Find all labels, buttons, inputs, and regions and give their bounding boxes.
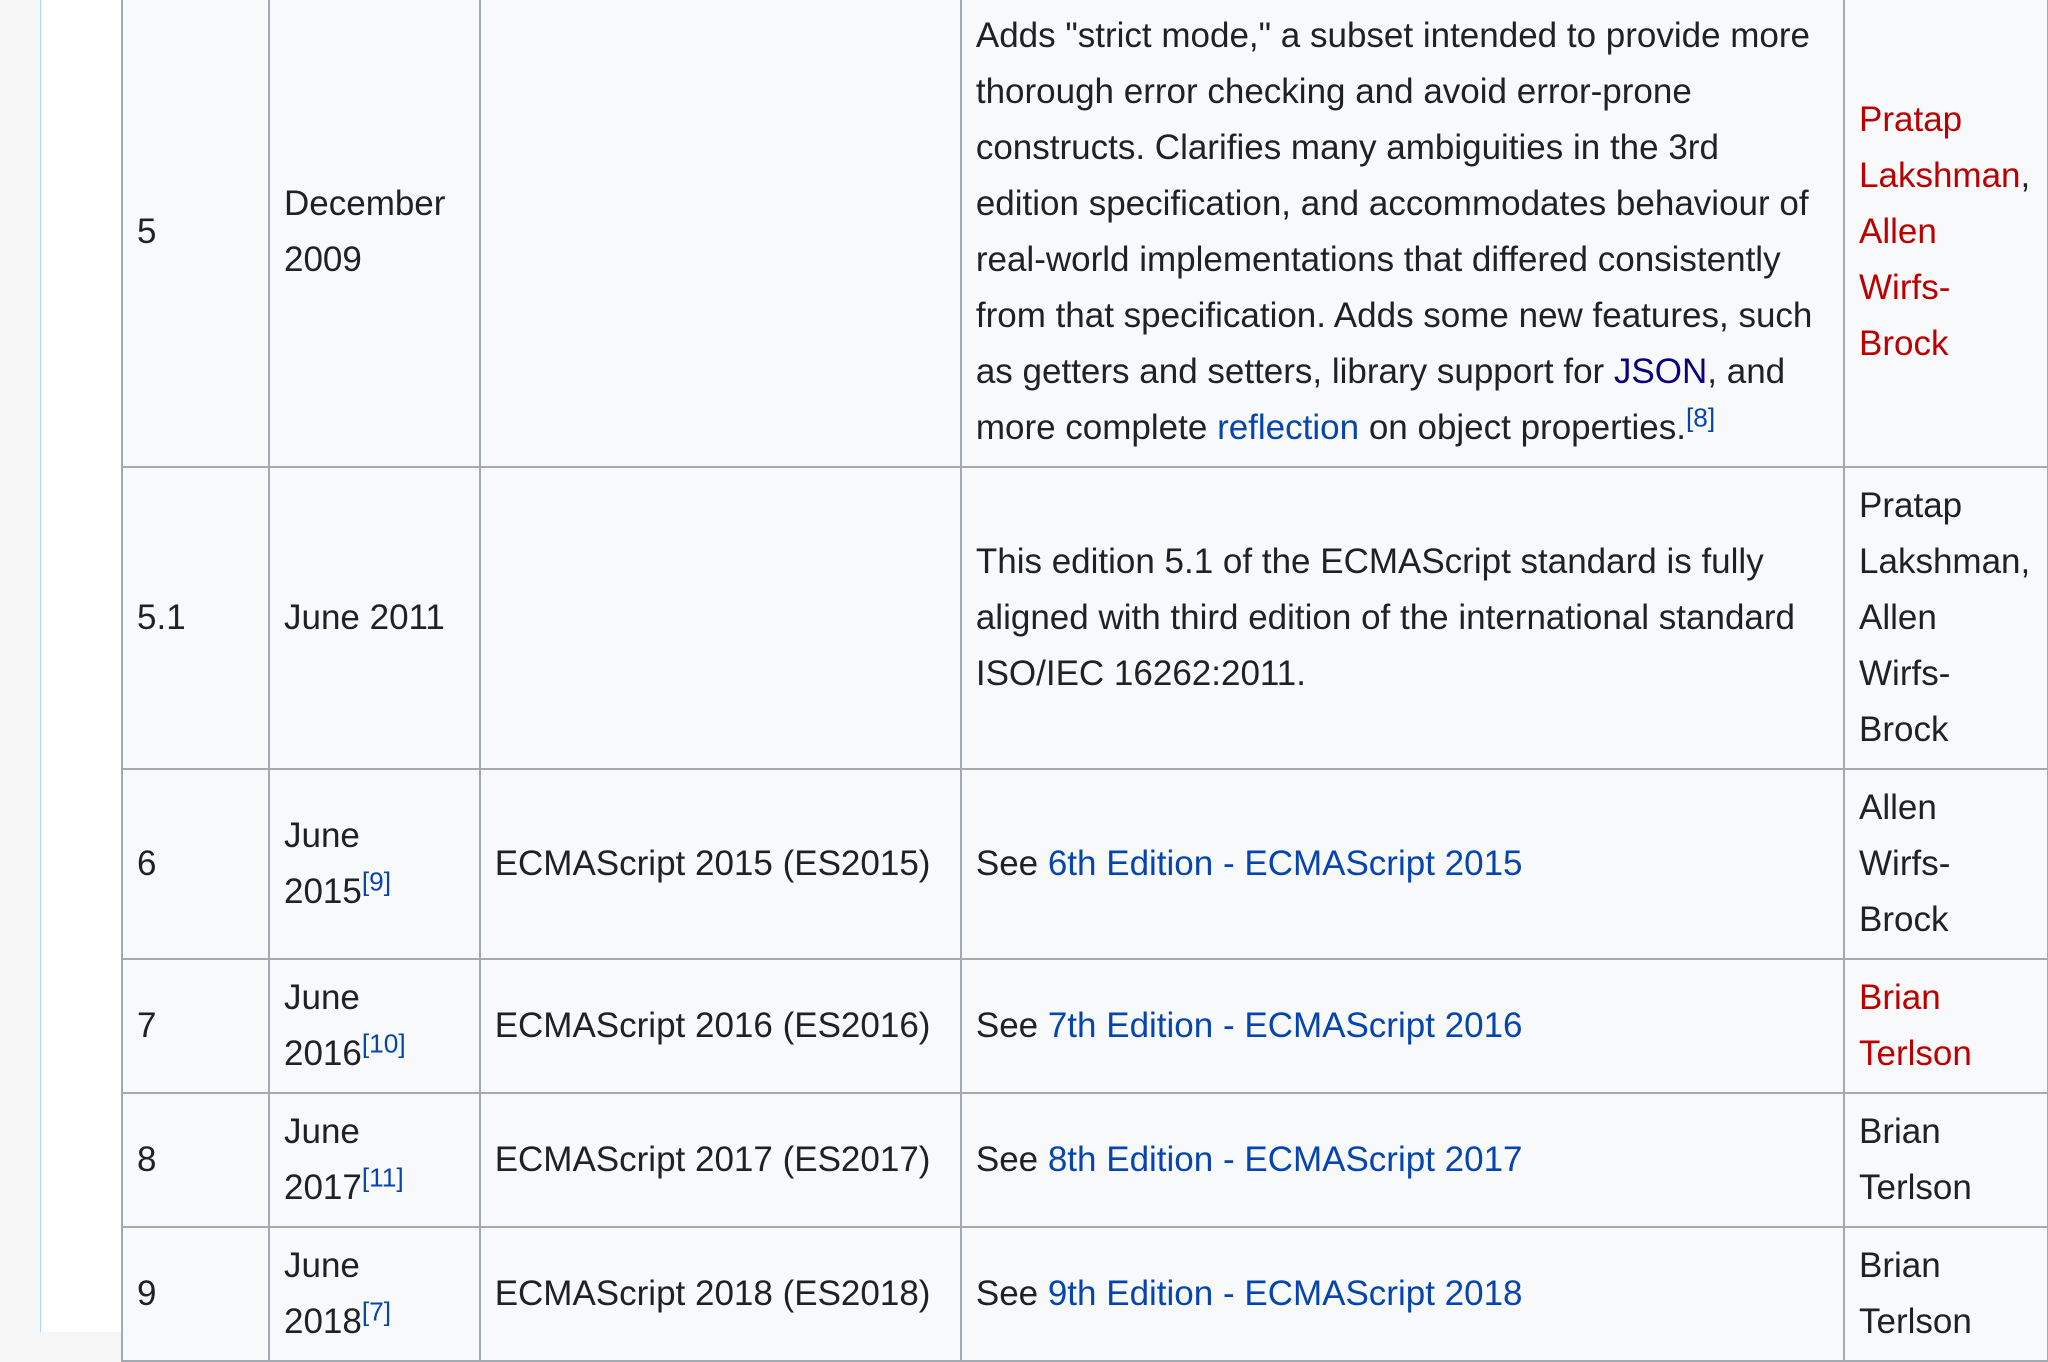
name-cell: ECMAScript 2016 (ES2016) [478, 958, 962, 1094]
changes-cell: This edition 5.1 of the ECMAScript stand… [959, 466, 1846, 770]
editor-cell: Brian Terlson [1843, 1092, 2048, 1228]
name-cell [478, 0, 962, 468]
editor-cell: Brian Terlson [1843, 958, 2048, 1094]
date-text: June 2018 [283, 1246, 362, 1341]
editor-link-pratap-lakshman[interactable]: Pratap Lakshman [1859, 100, 2020, 195]
reference-sup: [8] [1686, 402, 1715, 432]
date-text: June 2017 [283, 1112, 362, 1207]
ecmascript-editions-table: 5 December 2009 Adds "strict mode," a su… [121, 0, 2048, 1362]
name-cell: ECMAScript 2018 (ES2018) [478, 1226, 962, 1362]
changes-cell: See 6th Edition - ECMAScript 2015 [959, 768, 1846, 960]
see-text: See [975, 844, 1048, 883]
reference-sup: [11] [362, 1162, 404, 1192]
reference-sup: [10] [362, 1028, 406, 1058]
reference-link-8[interactable]: [8] [1686, 402, 1715, 432]
reference-link-10[interactable]: [10] [362, 1028, 406, 1058]
see-text: See [975, 1006, 1048, 1045]
name-cell: ECMAScript 2017 (ES2017) [478, 1092, 962, 1228]
changes-cell: See 7th Edition - ECMAScript 2016 [959, 958, 1846, 1094]
edition-8-link[interactable]: 8th Edition - ECMAScript 2017 [1048, 1140, 1523, 1179]
reference-link-11[interactable]: [11] [362, 1162, 404, 1192]
json-link[interactable]: JSON [1614, 352, 1707, 391]
name-cell [478, 466, 962, 770]
table-row: 9 June 2018[7] ECMAScript 2018 (ES2018) … [121, 1226, 2048, 1362]
date-text: June 2015 [283, 816, 362, 911]
table-row: 7 June 2016[10] ECMAScript 2016 (ES2016)… [121, 958, 2048, 1094]
date-text: June 2016 [283, 978, 362, 1073]
changes-cell: See 8th Edition - ECMAScript 2017 [959, 1092, 1846, 1228]
editor-cell: Pratap Lakshman, Allen Wirfs-Brock [1843, 466, 2048, 770]
see-text: See [975, 1274, 1048, 1313]
edition-cell: 8 [121, 1092, 270, 1228]
reference-sup: [9] [362, 866, 391, 896]
date-cell: December 2009 [267, 0, 481, 468]
date-cell: June 2015[9] [267, 768, 481, 960]
editor-separator: , [2020, 156, 2031, 195]
reflection-link[interactable]: reflection [1217, 408, 1359, 447]
changes-cell: Adds "strict mode," a subset intended to… [959, 0, 1846, 468]
date-cell: June 2018[7] [267, 1226, 481, 1362]
edition-cell: 6 [121, 768, 270, 960]
editor-cell: Allen Wirfs-Brock [1843, 768, 2048, 960]
table-row: 5.1 June 2011 This edition 5.1 of the EC… [121, 466, 2048, 770]
name-cell: ECMAScript 2015 (ES2015) [478, 768, 962, 960]
table-row: 8 June 2017[11] ECMAScript 2017 (ES2017)… [121, 1092, 2048, 1228]
changes-cell: See 9th Edition - ECMAScript 2018 [959, 1226, 1846, 1362]
editor-cell: Brian Terlson [1843, 1226, 2048, 1362]
date-cell: June 2017[11] [267, 1092, 481, 1228]
date-cell: June 2016[10] [267, 958, 481, 1094]
edition-7-link[interactable]: 7th Edition - ECMAScript 2016 [1048, 1006, 1523, 1045]
date-cell: June 2011 [267, 466, 481, 770]
edition-cell: 5 [121, 0, 270, 468]
reference-sup: [7] [362, 1296, 391, 1326]
edition-cell: 7 [121, 958, 270, 1094]
edition-cell: 5.1 [121, 466, 270, 770]
article-content: 5 December 2009 Adds "strict mode," a su… [40, 0, 2048, 1362]
editor-cell: Pratap Lakshman, Allen Wirfs-Brock [1843, 0, 2048, 468]
changes-text: Adds "strict mode," a subset intended to… [975, 16, 1813, 391]
see-text: See [975, 1140, 1048, 1179]
reference-link-9[interactable]: [9] [362, 866, 391, 896]
changes-text: on object properties. [1359, 408, 1686, 447]
edition-6-link[interactable]: 6th Edition - ECMAScript 2015 [1048, 844, 1523, 883]
edition-9-link[interactable]: 9th Edition - ECMAScript 2018 [1048, 1274, 1523, 1313]
table-row: 5 December 2009 Adds "strict mode," a su… [121, 0, 2048, 468]
table-row: 6 June 2015[9] ECMAScript 2015 (ES2015) … [121, 768, 2048, 960]
editor-link-allen-wirfs-brock[interactable]: Allen Wirfs-Brock [1859, 212, 1950, 363]
reference-link-7[interactable]: [7] [362, 1296, 391, 1326]
edition-cell: 9 [121, 1226, 270, 1362]
editor-link-brian-terlson[interactable]: Brian Terlson [1859, 978, 1972, 1073]
